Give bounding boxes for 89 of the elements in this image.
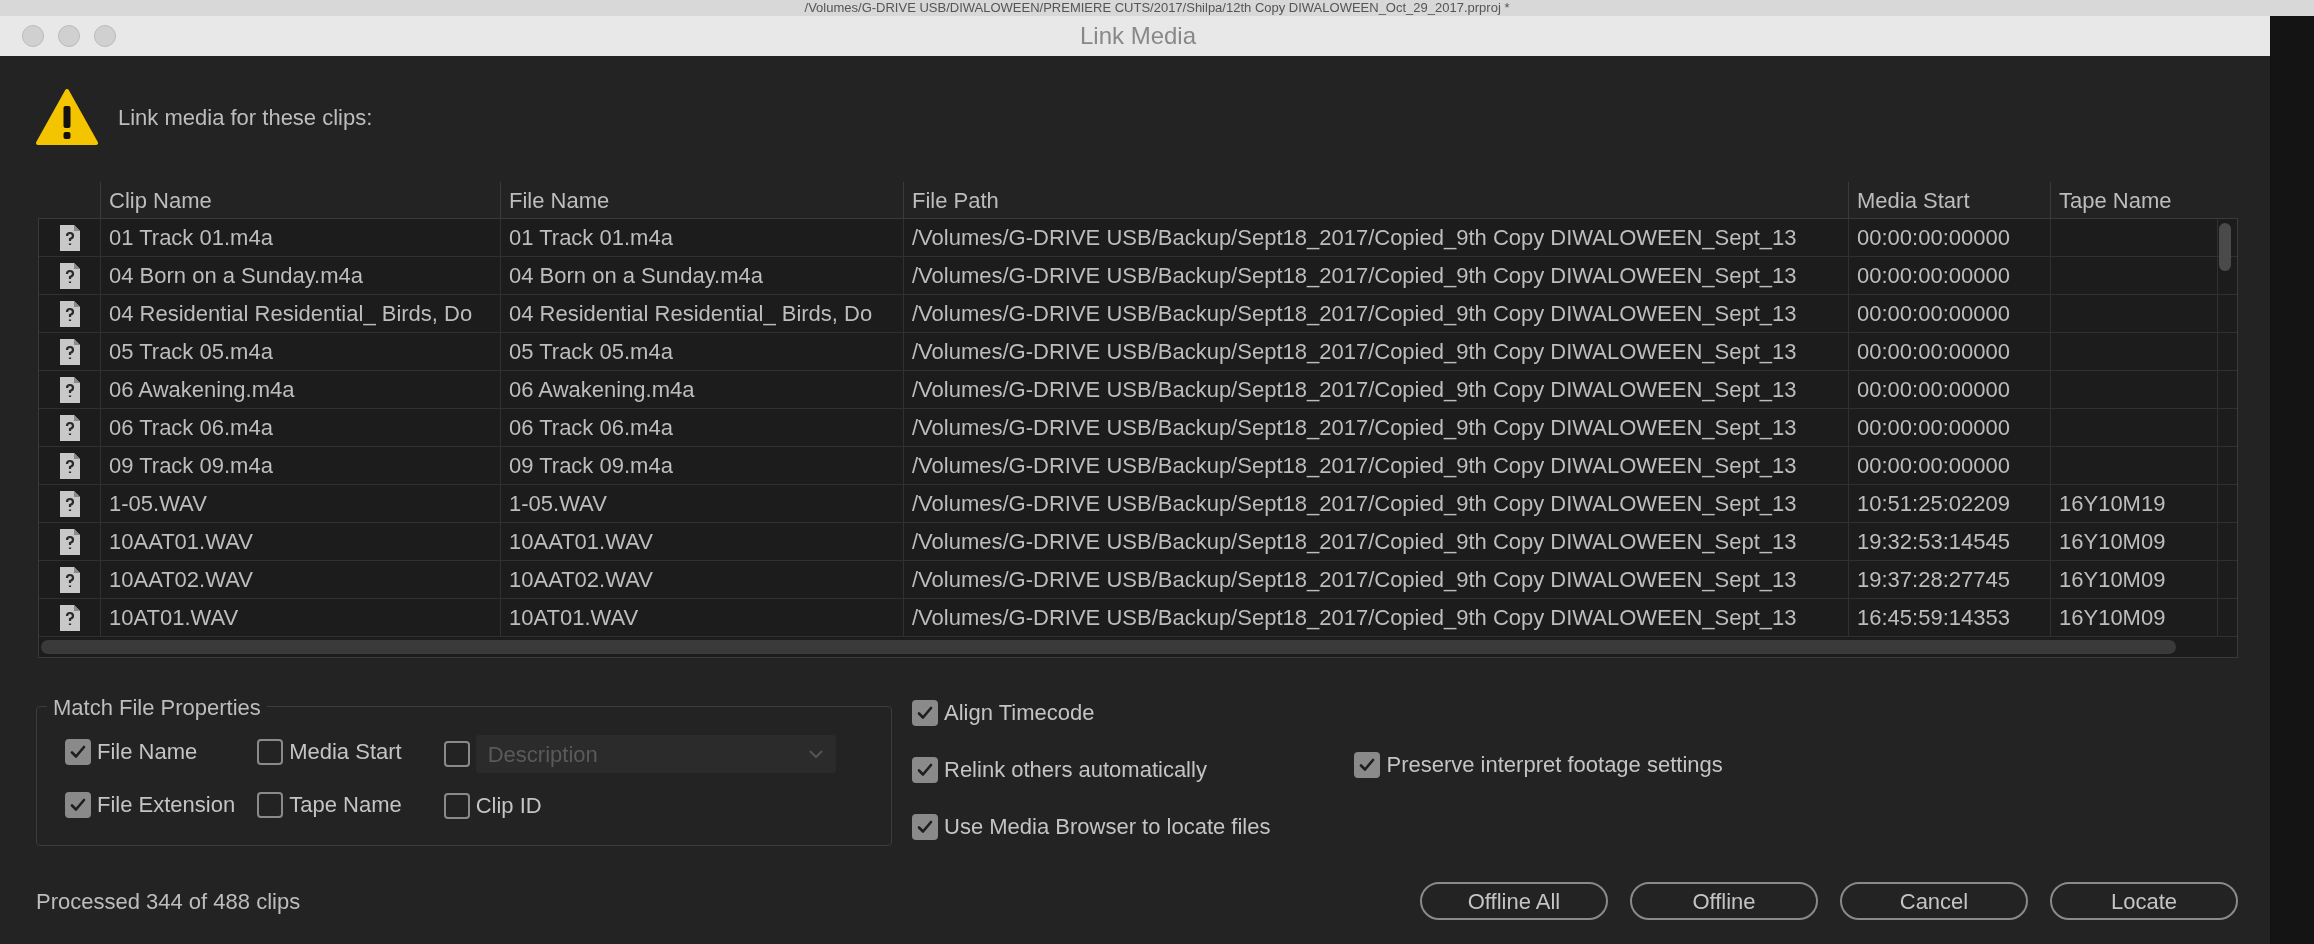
table-cell-text: 06 Awakening.m4a <box>109 376 295 404</box>
table-cell-text: /Volumes/G-DRIVE USB/Backup/Sept18_2017/Copied_9th Copy DIWALOWEEN_Sept_13 <box>912 604 1797 632</box>
dialog-button[interactable]: Offline All <box>1420 882 1608 920</box>
checkbox[interactable] <box>912 756 938 783</box>
table-cell-text: 16Y10M09 <box>2059 528 2166 556</box>
table-cell-text: 10AT01.WAV <box>509 604 639 632</box>
table-cell-text: 10AAT02.WAV <box>109 566 253 594</box>
table-cell-text: 04 Residential Residential_ Birds, Do <box>109 300 473 328</box>
missing-file-icon <box>57 299 82 328</box>
table-cell-text: /Volumes/G-DRIVE USB/Backup/Sept18_2017/Copied_9th Copy DIWALOWEEN_Sept_13 <box>912 490 1797 518</box>
missing-file-icon <box>57 527 82 556</box>
dialog-button[interactable]: Offline <box>1630 882 1818 920</box>
table-cell-text: 10AAT01.WAV <box>109 528 253 556</box>
table-cell-text: 16Y10M19 <box>2059 490 2166 518</box>
window-title: Link Media <box>1079 21 1197 51</box>
table-cell-text: /Volumes/G-DRIVE USB/Backup/Sept18_2017/Copied_9th Copy DIWALOWEEN_Sept_13 <box>912 300 1797 328</box>
checkbox-label: Clip ID <box>475 792 542 820</box>
table-cell-text: /Volumes/G-DRIVE USB/Backup/Sept18_2017/Copied_9th Copy DIWALOWEEN_Sept_13 <box>912 262 1797 290</box>
checkbox-label: Align Timecode <box>944 699 1095 727</box>
dialog-button[interactable]: Locate <box>2050 882 2238 920</box>
checkbox-label: Relink others automatically <box>944 756 1207 784</box>
table-cell-text: /Volumes/G-DRIVE USB/Backup/Sept18_2017/Copied_9th Copy DIWALOWEEN_Sept_13 <box>912 376 1797 404</box>
missing-file-icon <box>57 337 82 366</box>
table-cell-text: 05 Track 05.m4a <box>509 338 673 366</box>
checkbox-label: Use Media Browser to locate files <box>944 813 1271 841</box>
horizontal-scrollbar[interactable] <box>41 640 2176 654</box>
missing-file-icon <box>57 603 82 632</box>
checkbox-label: File Name <box>97 738 198 766</box>
table-cell-text: 10AT01.WAV <box>109 604 239 632</box>
table-cell-text: 06 Awakening.m4a <box>509 376 695 404</box>
checkbox-label: File Extension <box>97 791 236 819</box>
missing-file-icon <box>57 451 82 480</box>
checkbox-label: Tape Name <box>289 791 402 819</box>
checkbox-label: Preserve interpret footage settings <box>1386 751 1723 779</box>
table-cell-text: 04 Born on a Sunday.m4a <box>109 262 363 290</box>
chevron-down-icon <box>807 749 824 759</box>
table-cell-text: 16Y10M09 <box>2059 604 2166 632</box>
dialog-button[interactable]: Cancel <box>1840 882 2028 920</box>
table-cell-text: 06 Track 06.m4a <box>509 414 673 442</box>
checkbox[interactable] <box>257 791 284 818</box>
table-cell-text: /Volumes/G-DRIVE USB/Backup/Sept18_2017/Copied_9th Copy DIWALOWEEN_Sept_13 <box>912 338 1797 366</box>
table-cell-text: 00:00:00:00000 <box>1857 414 2010 442</box>
checkbox[interactable] <box>65 791 91 818</box>
table-cell-text: /Volumes/G-DRIVE USB/Backup/Sept18_2017/Copied_9th Copy DIWALOWEEN_Sept_13 <box>912 414 1797 442</box>
table-cell-text: 01 Track 01.m4a <box>109 224 273 252</box>
table-cell-text: 00:00:00:00000 <box>1857 338 2010 366</box>
missing-file-icon <box>57 223 82 252</box>
table-cell-text: 19:32:53:14545 <box>1857 528 2010 556</box>
table-cell-text: /Volumes/G-DRIVE USB/Backup/Sept18_2017/Copied_9th Copy DIWALOWEEN_Sept_13 <box>912 452 1797 480</box>
table-cell-text: 16:45:59:14353 <box>1857 604 2010 632</box>
missing-file-icon <box>57 565 82 594</box>
table-cell-text: 06 Track 06.m4a <box>109 414 273 442</box>
table-cell-text: 10:51:25:02209 <box>1857 490 2010 518</box>
table-cell-text: 04 Residential Residential_ Birds, Do <box>509 300 873 328</box>
vertical-scrollbar[interactable] <box>2219 223 2231 271</box>
checkbox[interactable] <box>65 738 91 765</box>
missing-file-icon <box>57 413 82 442</box>
checkbox[interactable] <box>257 738 284 765</box>
checkbox[interactable] <box>1354 751 1381 778</box>
table-cell-text: 00:00:00:00000 <box>1857 452 2010 480</box>
table-cell-text: /Volumes/G-DRIVE USB/Backup/Sept18_2017/Copied_9th Copy DIWALOWEEN_Sept_13 <box>912 566 1797 594</box>
table-cell-text: 00:00:00:00000 <box>1857 262 2010 290</box>
table-cell-text: 10AAT01.WAV <box>509 528 653 556</box>
table-cell-text: 00:00:00:00000 <box>1857 300 2010 328</box>
table-cell-text: 10AAT02.WAV <box>509 566 653 594</box>
checkbox[interactable] <box>912 813 938 840</box>
table-cell-text: 04 Born on a Sunday.m4a <box>509 262 763 290</box>
table-cell-text: 09 Track 09.m4a <box>109 452 273 480</box>
checkbox-label: Media Start <box>289 738 402 766</box>
table-cell-text: 16Y10M09 <box>2059 566 2166 594</box>
missing-file-icon <box>57 375 82 404</box>
checkbox[interactable] <box>912 699 938 726</box>
missing-file-icon <box>57 261 82 290</box>
missing-file-icon <box>57 489 82 518</box>
table-cell-text: 1-05.WAV <box>109 490 207 518</box>
table-cell-text: /Volumes/G-DRIVE USB/Backup/Sept18_2017/Copied_9th Copy DIWALOWEEN_Sept_13 <box>912 528 1797 556</box>
message-text: Link media for these clips: <box>118 103 373 132</box>
status-text: Processed 344 of 488 clips <box>36 887 301 916</box>
checkbox[interactable] <box>443 792 470 819</box>
table-cell-text: 00:00:00:00000 <box>1857 224 2010 252</box>
background-window-title: /Volumes/G-DRIVE USB/DIWALOWEEN/PREMIERE CUTS/2017/Shilpa/12th Copy DIWALOWEEN_Oct_29_2017.prproj * <box>804 0 1510 15</box>
table-cell-text: 09 Track 09.m4a <box>509 452 673 480</box>
table-cell-text: 00:00:00:00000 <box>1857 376 2010 404</box>
table-cell-text: 05 Track 05.m4a <box>109 338 273 366</box>
warning-icon <box>36 88 98 146</box>
table-cell-text: 19:37:28:27745 <box>1857 566 2010 594</box>
table-cell-text: 01 Track 01.m4a <box>509 224 673 252</box>
table-cell-text: 1-05.WAV <box>509 490 607 518</box>
table-cell-text: /Volumes/G-DRIVE USB/Backup/Sept18_2017/Copied_9th Copy DIWALOWEEN_Sept_13 <box>912 224 1797 252</box>
